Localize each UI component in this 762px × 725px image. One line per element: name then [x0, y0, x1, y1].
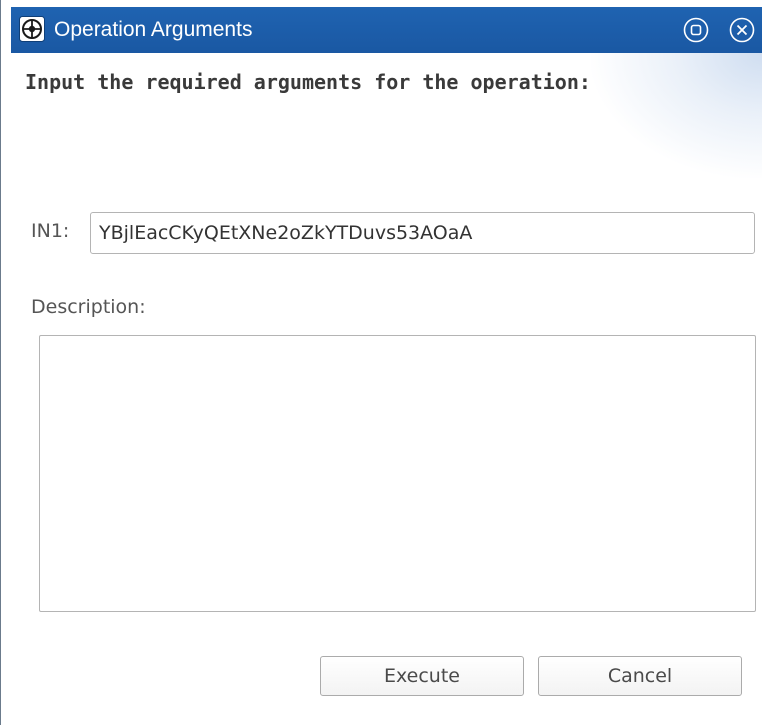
header-decoration: [591, 53, 762, 178]
close-icon[interactable]: [729, 17, 755, 43]
dialog-heading: Input the required arguments for the ope…: [25, 70, 591, 94]
in1-label: IN1:: [31, 220, 70, 242]
execute-button[interactable]: Execute: [320, 656, 524, 696]
restore-icon[interactable]: [683, 17, 709, 43]
cancel-button[interactable]: Cancel: [538, 656, 742, 696]
in1-input[interactable]: [90, 212, 755, 254]
description-label: Description:: [31, 296, 146, 318]
window-title: Operation Arguments: [54, 18, 253, 41]
operation-icon: [19, 16, 45, 42]
title-bar: Operation Arguments: [11, 7, 762, 53]
description-textarea[interactable]: [39, 335, 756, 612]
operation-arguments-dialog: Operation Arguments Input the required a…: [0, 0, 762, 725]
